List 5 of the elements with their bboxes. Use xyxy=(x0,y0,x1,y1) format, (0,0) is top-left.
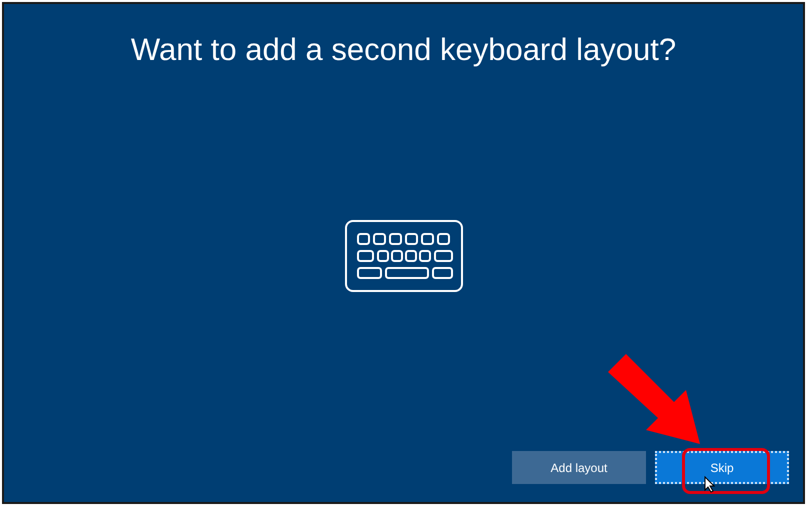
keyboard-icon xyxy=(344,220,462,292)
page-title: Want to add a second keyboard layout? xyxy=(130,32,678,68)
cursor-icon xyxy=(704,476,716,493)
add-layout-button[interactable]: Add layout xyxy=(512,451,646,484)
skip-button[interactable]: Skip xyxy=(655,451,789,484)
